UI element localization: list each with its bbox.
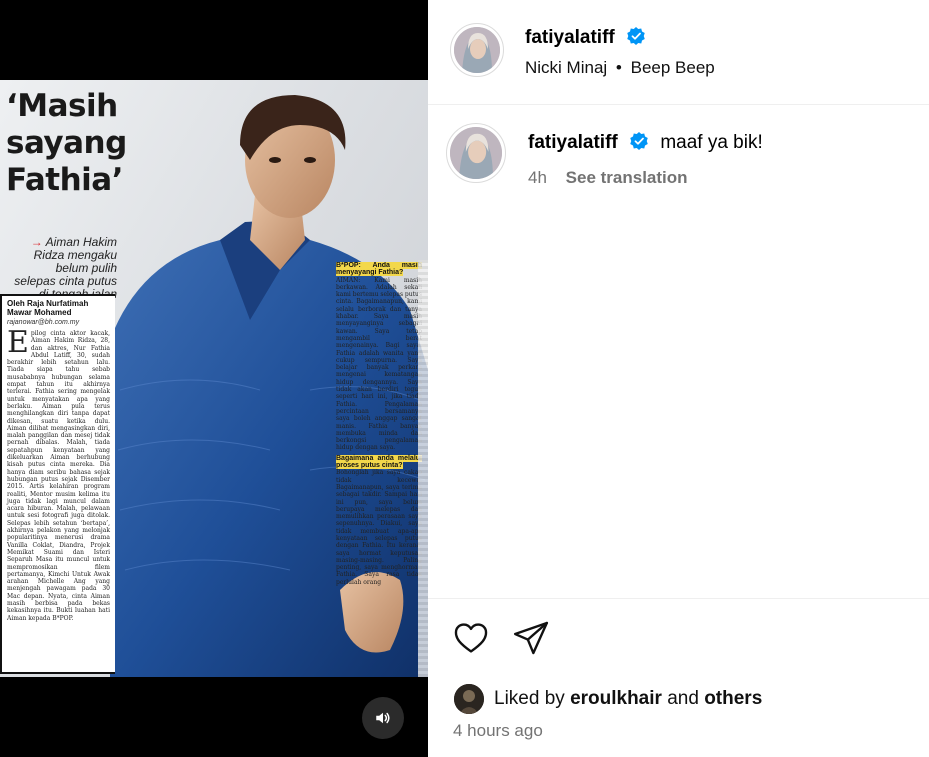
share-button[interactable] xyxy=(512,619,550,657)
caption-time: 4h xyxy=(528,168,547,187)
magazine-headline: ‘Masih sayang Fathia’ xyxy=(6,88,127,198)
likes-summary: Liked by eroulkhair and others xyxy=(454,684,762,714)
caption-meta: 4h See translation xyxy=(528,168,688,188)
author-avatar[interactable] xyxy=(454,27,500,73)
actions-divider xyxy=(428,598,929,599)
instagram-post-view: ‘Masih sayang Fathia’ → Aiman Hakim Ridz… xyxy=(0,0,929,757)
magazine-subheadline: → Aiman Hakim Ridza mengaku belum pulih … xyxy=(14,235,117,301)
post-details-panel: fatiyalatiff Nicki Minaj • Beep Beep fat… xyxy=(428,0,929,757)
audio-toggle-button[interactable] xyxy=(362,697,404,739)
author-username-link[interactable]: fatiyalatiff xyxy=(525,26,646,49)
post-media[interactable]: ‘Masih sayang Fathia’ → Aiman Hakim Ridz… xyxy=(0,0,428,757)
verified-badge-icon xyxy=(627,27,645,45)
heart-icon xyxy=(454,623,488,653)
header-divider xyxy=(428,104,929,105)
post-timestamp[interactable]: 4 hours ago xyxy=(453,721,543,741)
verified-badge-icon xyxy=(630,132,648,150)
speaker-icon xyxy=(376,712,390,724)
liker-avatar[interactable] xyxy=(454,684,484,714)
audio-track-link[interactable]: Nicki Minaj • Beep Beep xyxy=(525,58,715,78)
magazine-interview-column: B*POP: Anda masih menyayangi Fathia? AIM… xyxy=(336,262,422,586)
liker-username-link[interactable]: eroulkhair xyxy=(570,688,662,710)
caption-text: maaf ya bik! xyxy=(660,132,763,153)
share-icon xyxy=(513,621,549,655)
likes-others-link[interactable]: others xyxy=(704,688,762,710)
magazine-article-column: Oleh Raja Nurfatimah Mawar Mohamed rajan… xyxy=(0,294,115,674)
see-translation-button[interactable]: See translation xyxy=(566,168,688,187)
like-button[interactable] xyxy=(452,619,490,657)
magazine-page-image: ‘Masih sayang Fathia’ → Aiman Hakim Ridz… xyxy=(0,80,428,677)
caption-author-avatar[interactable] xyxy=(450,127,502,179)
caption-username-link[interactable]: fatiyalatiff maaf ya bik! xyxy=(528,131,763,154)
